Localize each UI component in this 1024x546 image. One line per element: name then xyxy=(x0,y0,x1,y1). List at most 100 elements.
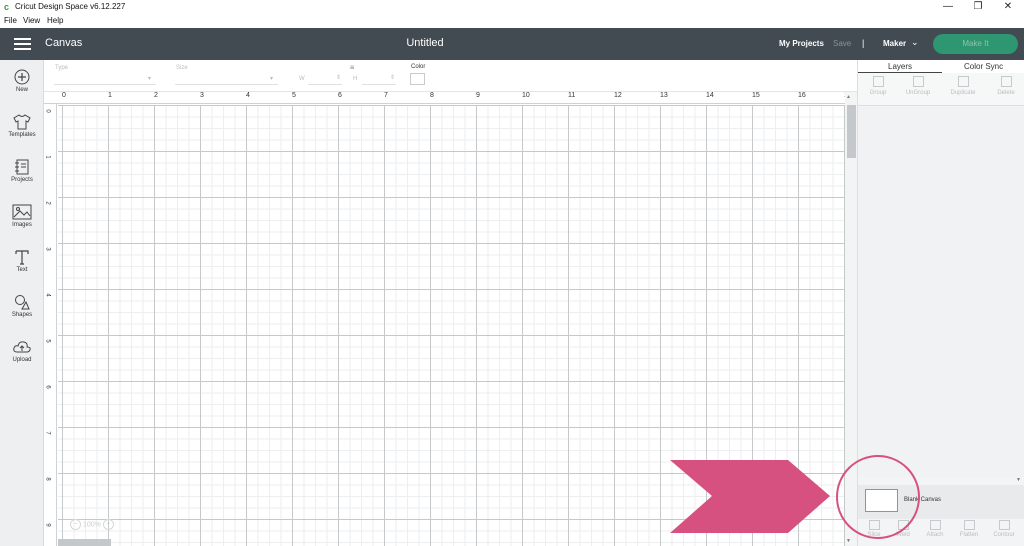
lock-icon[interactable]: 🔒︎ xyxy=(350,62,354,72)
trash-icon xyxy=(1000,76,1012,87)
delete-label: Delete xyxy=(997,90,1015,96)
ungroup-icon xyxy=(912,76,924,87)
contour-label: Contour xyxy=(993,532,1015,538)
type-select[interactable] xyxy=(54,74,156,85)
menu-view[interactable]: View xyxy=(23,16,40,25)
left-sidebar: New Templates Projects Images Text Shape… xyxy=(0,60,44,546)
delete-button[interactable]: Delete xyxy=(986,76,1024,96)
group-label: Group xyxy=(869,90,887,96)
save-button[interactable]: Save xyxy=(833,39,851,48)
sidebar-label: Templates xyxy=(8,132,36,138)
zoom-control: − 100% + xyxy=(70,519,114,531)
stepper-icon[interactable]: ⇕ xyxy=(336,74,341,81)
ungroup-label: UnGroup xyxy=(905,90,931,96)
machine-select[interactable]: Maker xyxy=(883,39,906,48)
callout-circle xyxy=(836,455,920,539)
restore-icon[interactable]: ❐ xyxy=(962,0,994,14)
layer-tools: Group UnGroup Duplicate Delete xyxy=(858,73,1024,106)
ruler-tick-label: 8 xyxy=(44,477,51,481)
contour-button[interactable]: Contour xyxy=(988,520,1020,538)
document-title: Untitled xyxy=(406,37,444,49)
ruler-tick-label: 1 xyxy=(108,92,112,99)
flatten-label: Flatten xyxy=(959,532,979,538)
menu-file[interactable]: File xyxy=(4,16,17,25)
ruler-tick-label: 1 xyxy=(44,155,51,159)
plus-circle-icon xyxy=(14,69,30,85)
chevron-down-icon[interactable]: ⌄ xyxy=(911,37,919,48)
size-select[interactable] xyxy=(175,74,278,85)
horizontal-scrollbar[interactable] xyxy=(58,539,111,546)
ruler-tick-label: 4 xyxy=(246,92,250,99)
sidebar-label: Shapes xyxy=(11,312,33,318)
tab-color-sync[interactable]: Color Sync xyxy=(964,62,1003,71)
header-separator: | xyxy=(862,38,865,48)
stepper-icon[interactable]: ⇕ xyxy=(390,74,395,81)
ruler-tick-label: 7 xyxy=(384,92,388,99)
shapes-icon xyxy=(15,295,30,310)
color-label: Color xyxy=(411,64,426,70)
zoom-out-button[interactable]: − xyxy=(70,519,81,530)
ruler-tick-label: 11 xyxy=(568,92,576,99)
attach-button[interactable]: Attach xyxy=(919,520,951,538)
scroll-up-icon[interactable]: ▲ xyxy=(846,94,851,100)
ruler-tick-label: 6 xyxy=(338,92,342,99)
group-button[interactable]: Group xyxy=(858,76,898,96)
sidebar-label: Images xyxy=(12,222,32,228)
size-label: Size xyxy=(176,65,188,71)
menu-help[interactable]: Help xyxy=(47,16,63,25)
sidebar-item-projects[interactable]: Projects xyxy=(0,159,44,199)
ruler-tick-label: 3 xyxy=(200,92,204,99)
cloud-upload-icon xyxy=(13,341,31,353)
ruler-tick-label: 5 xyxy=(44,339,51,343)
duplicate-button[interactable]: Duplicate xyxy=(943,76,983,96)
zoom-in-button[interactable]: + xyxy=(102,519,114,530)
ruler-tick-label: 4 xyxy=(44,293,51,297)
flatten-button[interactable]: Flatten xyxy=(953,520,985,538)
ruler-tick-label: 16 xyxy=(798,92,806,99)
ungroup-button[interactable]: UnGroup xyxy=(898,76,938,96)
ruler-tick-label: 7 xyxy=(44,431,51,435)
make-it-button[interactable]: Make It xyxy=(933,34,1018,54)
ruler-tick-label: 5 xyxy=(292,92,296,99)
ruler-tick-label: 10 xyxy=(522,92,530,99)
sidebar-item-text[interactable]: Text xyxy=(0,249,44,289)
ruler-tick-label: 9 xyxy=(44,523,51,527)
sidebar-item-upload[interactable]: Upload xyxy=(0,339,44,379)
sidebar-item-new[interactable]: New xyxy=(0,69,44,109)
image-icon xyxy=(12,204,32,220)
sidebar-item-templates[interactable]: Templates xyxy=(0,114,44,154)
chevron-down-icon: ▾ xyxy=(270,76,274,82)
close-icon[interactable]: ✕ xyxy=(992,0,1024,14)
tab-layers[interactable]: Layers xyxy=(888,62,912,71)
horizontal-ruler: 01234567891011121314151617 xyxy=(44,92,845,104)
sidebar-item-images[interactable]: Images xyxy=(0,204,44,244)
layers-list[interactable] xyxy=(858,107,1024,477)
zoom-level: 100% xyxy=(82,521,101,529)
cricut-logo-icon: c xyxy=(4,2,10,12)
scroll-down-icon[interactable]: ▼ xyxy=(1016,477,1021,483)
ruler-tick-label: 12 xyxy=(614,92,622,99)
ruler-tick-label: 2 xyxy=(154,92,158,99)
sidebar-label: New xyxy=(15,87,28,93)
chevron-down-icon: ▾ xyxy=(148,76,152,82)
sidebar-item-shapes[interactable]: Shapes xyxy=(0,294,44,334)
sidebar-label: Upload xyxy=(12,357,32,363)
ruler-tick-label: 15 xyxy=(752,92,760,99)
scroll-down-icon[interactable]: ▼ xyxy=(846,538,851,544)
color-swatch[interactable] xyxy=(410,73,425,85)
menu-bar: File View Help xyxy=(0,14,1024,27)
my-projects-link[interactable]: My Projects xyxy=(779,39,824,48)
text-t-icon xyxy=(15,250,29,265)
app-title: Cricut Design Space v6.12.227 xyxy=(15,2,126,11)
ruler-tick-label: 14 xyxy=(706,92,714,99)
minimize-icon[interactable]: — xyxy=(932,0,964,14)
title-bar: c Cricut Design Space v6.12.227 — ❐ ✕ xyxy=(0,0,1024,14)
ruler-tick-label: 6 xyxy=(44,385,51,389)
ruler-tick-label: 0 xyxy=(62,92,66,99)
panel-tabs: Layers Color Sync xyxy=(858,60,1024,73)
edit-toolbar: Type ▾ Size ▾ W ⇕ 🔒︎ H ⇕ Color xyxy=(44,60,857,92)
sidebar-label: Projects xyxy=(11,177,33,183)
sidebar-label: Text xyxy=(16,267,28,273)
height-label: H xyxy=(353,76,358,82)
vertical-scroll-thumb[interactable] xyxy=(847,105,856,158)
